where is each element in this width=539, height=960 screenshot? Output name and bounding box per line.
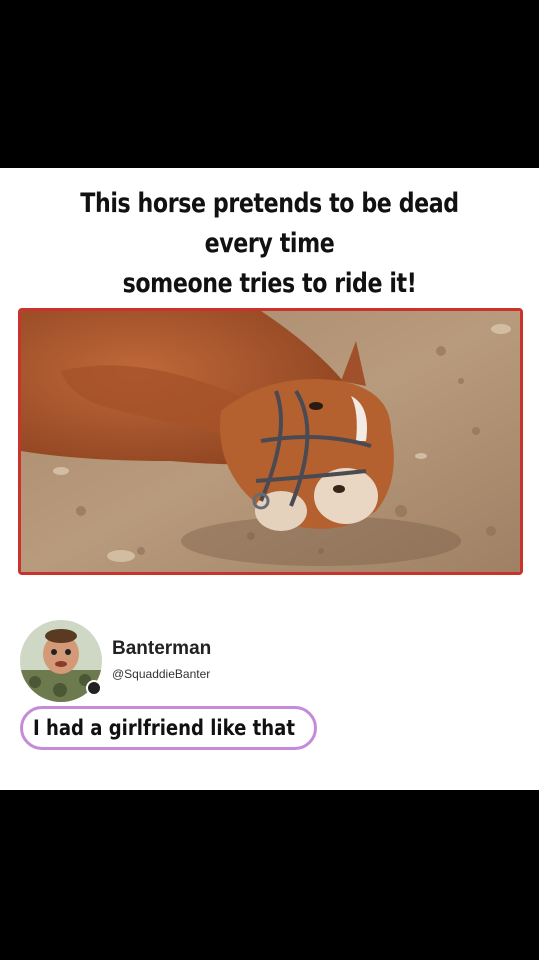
headline-line-1: This horse pretends to be dead every tim… [80,188,459,259]
meme-headline: This horse pretends to be dead every tim… [49,184,491,304]
avatar-badge [86,680,102,696]
tweet-text: I had a girlfriend like that [33,716,295,740]
tweet-text-highlight: I had a girlfriend like that [20,706,317,750]
meme-panel: This horse pretends to be dead every tim… [0,168,539,790]
headline-line-2: someone tries to ride it! [122,268,417,299]
account-name[interactable]: Banterman [112,638,211,660]
account-handle[interactable]: @SquaddieBanter [112,667,210,681]
tweet-reply: Banterman @SquaddieBanter I had a girlfr… [0,608,539,790]
horse-image [21,311,520,572]
horse-photo [18,308,523,575]
